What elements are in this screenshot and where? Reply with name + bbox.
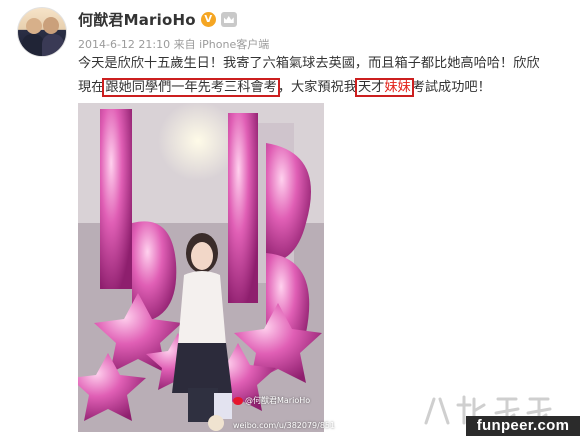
weibo-watermark: @何猷君MarioHo: [233, 395, 310, 407]
text-segment: 現在: [78, 80, 105, 95]
highlight-box-sister: 天才妹妹: [354, 78, 414, 97]
text-segment: 天才: [357, 80, 385, 95]
watermark-url: weibo.com/u/382079/851: [233, 421, 336, 430]
user-header: 何猷君MarioHo V: [78, 9, 237, 30]
balloon-photo-illustration: [78, 103, 324, 432]
watermark-handle: @何猷君MarioHo: [245, 396, 311, 405]
user-name[interactable]: 何猷君MarioHo: [78, 9, 196, 30]
verified-icon[interactable]: V: [200, 12, 216, 27]
member-crown-icon[interactable]: [220, 12, 237, 27]
post-source[interactable]: 来自 iPhone客户端: [174, 38, 270, 51]
red-text-sister: 妹妹: [384, 80, 411, 95]
avatar-body-2: [42, 34, 64, 56]
highlight-box-exam: 跟她同學們一年先考三科會考: [102, 78, 280, 97]
post-text-line-1: 今天是欣欣十五歲生日！我寄了六箱氣球去英國，而且箱子都比她高哈哈！欣欣: [78, 56, 540, 71]
avatar-face-2: [43, 17, 59, 34]
weibo-logo-icon: [233, 396, 243, 405]
post-text-line-2: 現在跟她同學們一年先考三科會考，大家預祝我天才妹妹考試成功吧！: [78, 76, 578, 100]
avatar-face-1: [26, 18, 42, 34]
text-segment: ，大家預祝我: [277, 80, 357, 95]
avatar[interactable]: [17, 7, 67, 57]
post-photo[interactable]: [78, 103, 324, 432]
avatar-body-1: [22, 34, 44, 56]
site-watermark-url: funpeer.com: [466, 416, 580, 436]
post-text: 今天是欣欣十五歲生日！我寄了六箱氣球去英國，而且箱子都比她高哈哈！欣欣 現在跟她…: [78, 52, 578, 100]
text-segment: 考試成功吧！: [411, 80, 491, 95]
post-meta: 2014-6-12 21:10 来自 iPhone客户端: [78, 36, 269, 52]
post-timestamp[interactable]: 2014-6-12 21:10: [78, 38, 170, 51]
